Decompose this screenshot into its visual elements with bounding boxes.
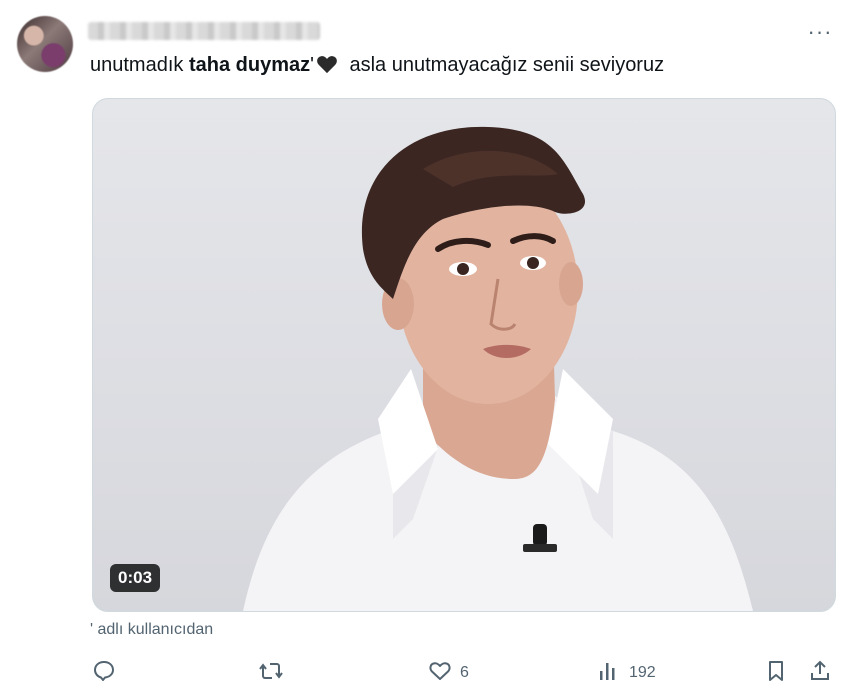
- video-player[interactable]: [92, 98, 836, 612]
- media-caption: ' adlı kullanıcıdan: [90, 621, 214, 638]
- retweet-icon: [258, 659, 284, 688]
- like-count: 6: [460, 664, 469, 681]
- retweet-button[interactable]: [258, 658, 292, 688]
- reply-button[interactable]: [92, 658, 124, 688]
- avatar[interactable]: [17, 16, 73, 72]
- share-icon: [808, 659, 832, 688]
- views-count: 192: [629, 664, 656, 681]
- bookmark-button[interactable]: [764, 658, 788, 688]
- tweet-text-end: asla unutmayacağız senii seviyoruz: [343, 54, 665, 76]
- share-button[interactable]: [808, 658, 832, 688]
- like-button[interactable]: 6: [428, 658, 469, 688]
- like-icon: [428, 659, 452, 688]
- reply-icon: [92, 659, 116, 688]
- tweet-mention[interactable]: taha duymaz: [189, 54, 310, 76]
- tweet-text: unutmadık taha duymaz' asla unutmayacağı…: [90, 52, 664, 81]
- action-bar: 6 192: [0, 658, 850, 688]
- bookmark-icon: [764, 659, 788, 688]
- views-button[interactable]: 192: [597, 658, 656, 688]
- black-heart-icon: [316, 54, 338, 81]
- more-icon[interactable]: ···: [804, 20, 836, 44]
- video-duration: 0:03: [110, 564, 161, 592]
- views-icon: [597, 659, 621, 688]
- blurred-username[interactable]: [88, 22, 320, 40]
- video-frame: [243, 126, 753, 611]
- tweet-text-start: unutmadık: [90, 54, 189, 76]
- tweet-apostrophe: ': [310, 54, 314, 76]
